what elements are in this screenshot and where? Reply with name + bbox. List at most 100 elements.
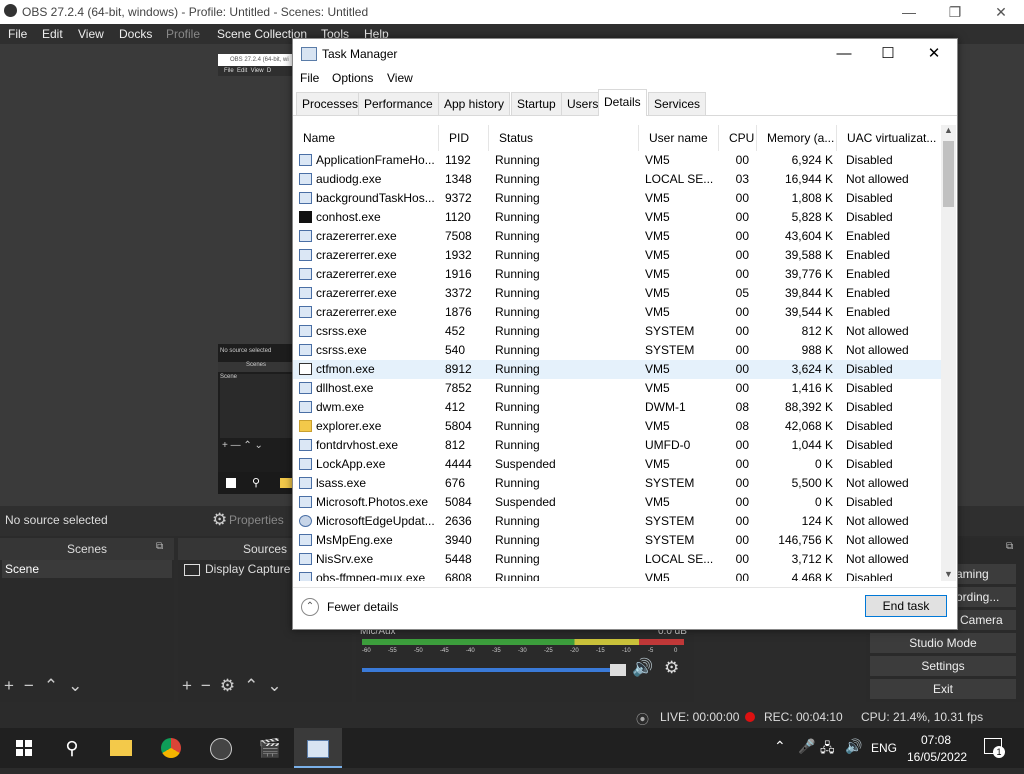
table-row[interactable]: MicrosoftEdgeUpdat... 2636 Running SYSTEM 00…: [293, 512, 941, 531]
tm-minimize-icon[interactable]: —: [821, 39, 867, 69]
collapse-chevron-icon[interactable]: ⌃: [301, 598, 319, 616]
table-row[interactable]: ApplicationFrameHo... 1192 Running VM5 00 6,9…: [293, 151, 941, 170]
microphone-icon[interactable]: 🎤: [798, 738, 815, 755]
tab-app-history[interactable]: App history: [438, 92, 511, 115]
table-row[interactable]: dwm.exe 412 Running DWM-1 08 88,392 K Disabled: [293, 398, 941, 417]
volume-slider-handle[interactable]: [610, 664, 626, 676]
menu-docks[interactable]: Docks: [119, 27, 152, 41]
clock-date[interactable]: 16/05/2022: [907, 750, 967, 764]
table-row[interactable]: audiodg.exe 1348 Running LOCAL SE... 03 16,94…: [293, 170, 941, 189]
scroll-up-icon[interactable]: ▲: [944, 125, 953, 135]
col-header-user[interactable]: User name: [639, 125, 719, 151]
table-row[interactable]: explorer.exe 5804 Running VM5 08 42,068 K Disa…: [293, 417, 941, 436]
task-manager-taskbar-icon[interactable]: [294, 728, 342, 768]
menu-file[interactable]: File: [8, 27, 27, 41]
tab-services[interactable]: Services: [648, 92, 707, 115]
tab-processes[interactable]: Processes: [296, 92, 365, 115]
menu-profile[interactable]: Profile: [166, 27, 200, 41]
cell-name: crazererrer.exe: [316, 267, 397, 281]
mixer-gear-icon[interactable]: ⚙: [664, 658, 679, 678]
minimize-icon[interactable]: —: [886, 0, 932, 24]
scene-item[interactable]: Scene: [2, 560, 172, 578]
studio-mode-button[interactable]: Studio Mode: [870, 633, 1016, 653]
undock-icon[interactable]: ⧉: [156, 541, 163, 552]
menu-edit[interactable]: Edit: [42, 27, 63, 41]
end-task-button[interactable]: End task: [865, 595, 947, 617]
tm-close-icon[interactable]: ✕: [911, 39, 957, 69]
col-header-memory[interactable]: Memory (a...: [757, 125, 837, 151]
table-row[interactable]: NisSrv.exe 5448 Running LOCAL SE... 00 3,712 …: [293, 550, 941, 569]
speaker-icon[interactable]: 🔊: [632, 658, 653, 678]
fewer-details-link[interactable]: Fewer details: [327, 600, 398, 614]
table-row[interactable]: crazererrer.exe 1932 Running VM5 00 39,588 K E…: [293, 246, 941, 265]
cell-mem: 1,416 K: [791, 381, 833, 395]
col-header-uac[interactable]: UAC virtualizat...: [837, 125, 941, 151]
close-icon[interactable]: ✕: [978, 0, 1024, 24]
table-row[interactable]: crazererrer.exe 3372 Running VM5 05 39,844 K E…: [293, 284, 941, 303]
cell-mem: 3,624 K: [791, 362, 833, 376]
obs-taskbar-icon[interactable]: [197, 728, 245, 768]
scroll-down-icon[interactable]: ▼: [944, 569, 953, 579]
exit-button[interactable]: Exit: [870, 679, 1016, 699]
table-row[interactable]: MsMpEng.exe 3940 Running SYSTEM 00 146,756 K N…: [293, 531, 941, 550]
clock-time[interactable]: 07:08: [921, 733, 951, 747]
obs-status-bar: ⦿ LIVE: 00:00:00 REC: 00:04:10 CPU: 21.4…: [0, 706, 1024, 728]
table-row[interactable]: Microsoft.Photos.exe 5084 Suspended VM5 00 0 …: [293, 493, 941, 512]
tm-menu-view[interactable]: View: [387, 71, 413, 85]
properties-button[interactable]: Properties: [229, 513, 284, 527]
table-row[interactable]: csrss.exe 540 Running SYSTEM 00 988 K Not allo…: [293, 341, 941, 360]
table-row[interactable]: ctfmon.exe 8912 Running VM5 00 3,624 K Disable…: [293, 360, 941, 379]
cell-user: VM5: [645, 305, 670, 319]
col-header-cpu[interactable]: CPU: [719, 125, 757, 151]
cell-mem: 124 K: [801, 514, 833, 528]
chrome-icon[interactable]: [147, 728, 195, 768]
scene-controls-icon[interactable]: +−⌃⌄: [4, 676, 92, 696]
table-row[interactable]: LockApp.exe 4444 Suspended VM5 00 0 K Disabled: [293, 455, 941, 474]
scrollbar-thumb[interactable]: [943, 141, 954, 207]
volume-icon[interactable]: 🔊: [845, 738, 862, 755]
tm-menu-options[interactable]: Options: [332, 71, 373, 85]
tab-details[interactable]: Details: [598, 89, 647, 116]
clapperboard-icon[interactable]: 🎬: [246, 728, 294, 768]
meter-tick-label: 0: [674, 648, 678, 654]
mini-search-icon: ⚲: [252, 477, 261, 489]
tm-menu-file[interactable]: File: [300, 71, 319, 85]
cell-status: Running: [495, 153, 540, 167]
table-row[interactable]: csrss.exe 452 Running SYSTEM 00 812 K Not allo…: [293, 322, 941, 341]
network-icon[interactable]: 🖧: [820, 739, 835, 761]
table-row[interactable]: backgroundTaskHos... 9372 Running VM5 00 1,80…: [293, 189, 941, 208]
volume-slider[interactable]: [362, 668, 626, 672]
table-row[interactable]: crazererrer.exe 1916 Running VM5 00 39,776 K E…: [293, 265, 941, 284]
cell-user: VM5: [645, 153, 670, 167]
controls-undock-icon[interactable]: ⧉: [1006, 541, 1013, 552]
tray-chevron-icon[interactable]: ⌃: [774, 738, 786, 755]
table-row[interactable]: dllhost.exe 7852 Running VM5 00 1,416 K Disabl…: [293, 379, 941, 398]
search-icon[interactable]: ⚲: [48, 728, 96, 768]
vertical-scrollbar[interactable]: ▲ ▼: [941, 125, 956, 581]
cell-status: Running: [495, 419, 540, 433]
table-row[interactable]: obs-ffmpeg-mux.exe 6808 Running VM5 00 4,468 …: [293, 569, 941, 581]
col-header-pid[interactable]: PID: [439, 125, 489, 151]
tab-performance[interactable]: Performance: [358, 92, 439, 115]
tm-maximize-icon[interactable]: ☐: [865, 39, 911, 69]
meter-tick-label: -40: [466, 648, 475, 654]
table-row[interactable]: lsass.exe 676 Running SYSTEM 00 5,500 K Not al…: [293, 474, 941, 493]
table-row[interactable]: conhost.exe 1120 Running VM5 00 5,828 K Disabl…: [293, 208, 941, 227]
file-explorer-icon[interactable]: [97, 728, 145, 768]
menu-view[interactable]: View: [78, 27, 104, 41]
tab-startup[interactable]: Startup: [511, 92, 562, 115]
cell-user: LOCAL SE...: [645, 552, 714, 566]
settings-button[interactable]: Settings: [870, 656, 1016, 676]
cell-pid: 1932: [445, 248, 472, 262]
gear-icon[interactable]: ⚙: [212, 510, 227, 530]
col-header-status[interactable]: Status: [489, 125, 639, 151]
cell-cpu: 00: [735, 153, 749, 167]
language-indicator[interactable]: ENG: [871, 741, 897, 755]
restore-icon[interactable]: ❐: [932, 0, 978, 24]
table-row[interactable]: fontdrvhost.exe 812 Running UMFD-0 00 1,044 K…: [293, 436, 941, 455]
table-row[interactable]: crazererrer.exe 7508 Running VM5 00 43,604 K E…: [293, 227, 941, 246]
table-row[interactable]: crazererrer.exe 1876 Running VM5 00 39,544 K E…: [293, 303, 941, 322]
source-controls-icon[interactable]: +−⚙⌃⌄: [182, 676, 291, 696]
cell-user: SYSTEM: [645, 476, 695, 490]
windows-start-icon[interactable]: [0, 728, 48, 768]
